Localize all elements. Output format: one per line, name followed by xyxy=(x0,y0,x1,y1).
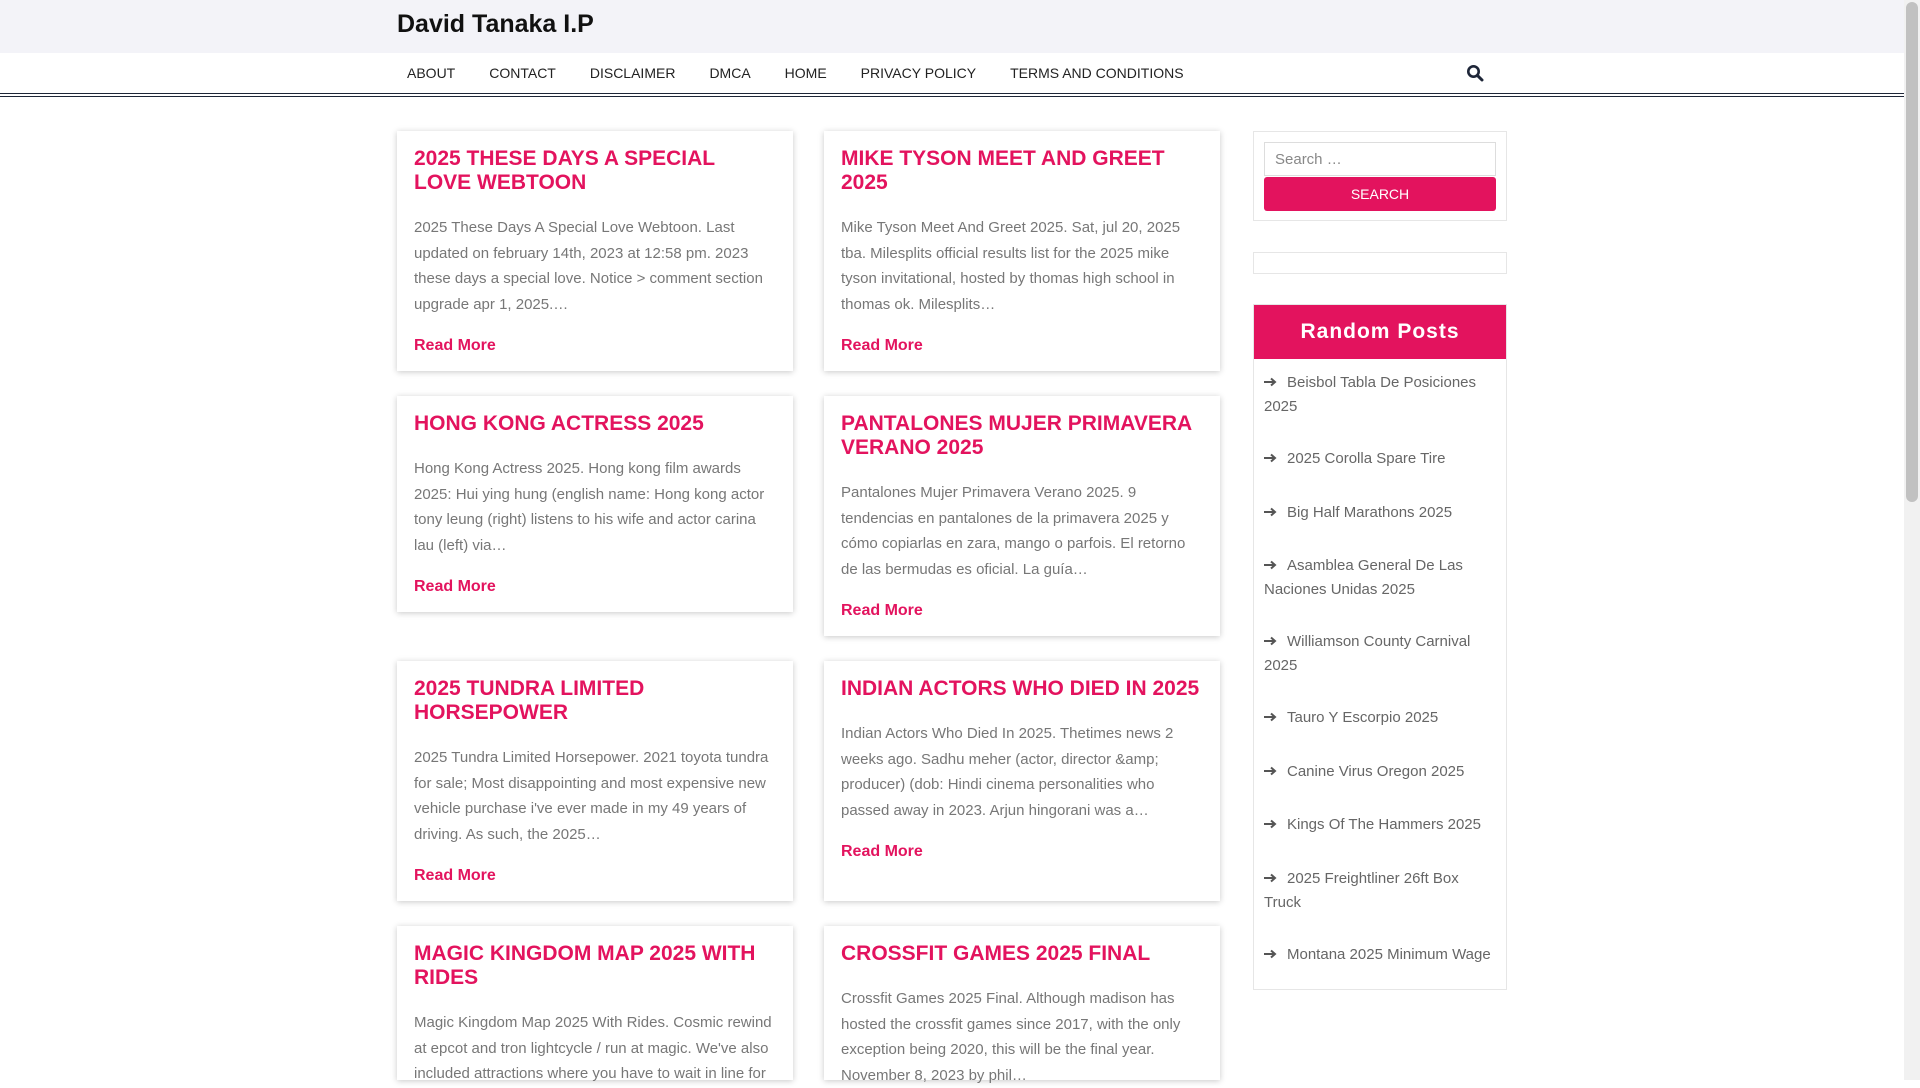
random-post-link[interactable]: Tauro Y Escorpio 2025 xyxy=(1264,706,1496,730)
empty-widget xyxy=(1253,252,1507,274)
arrow-right-icon xyxy=(1264,501,1279,525)
post-title[interactable]: 2025 THESE DAYS A SPECIAL LOVE WEBTOON xyxy=(414,147,776,195)
post-card: MAGIC KINGDOM MAP 2025 WITH RIDES Magic … xyxy=(397,926,793,1082)
post-excerpt: Mike Tyson Meet And Greet 2025. Sat, jul… xyxy=(841,219,1181,313)
search-button[interactable]: SEARCH xyxy=(1264,177,1496,211)
nav-item-dmca[interactable]: DMCA xyxy=(699,65,750,81)
main-navigation: ABOUT CONTACT DISCLAIMER DMCA HOME PRIVA… xyxy=(0,53,1904,97)
post-title[interactable]: PANTALONES MUJER PRIMAVERA VERANO 2025 xyxy=(841,412,1203,460)
post-excerpt: Indian Actors Who Died In 2025. Thetimes… xyxy=(841,725,1174,819)
random-post-label: Asamblea General De Las Naciones Unidas … xyxy=(1264,557,1463,599)
random-post-link[interactable]: Beisbol Tabla De Posiciones 2025 xyxy=(1264,371,1496,419)
post-card: 2025 TUNDRA LIMITED HORSEPOWER 2025 Tund… xyxy=(397,661,793,901)
post-title[interactable]: INDIAN ACTORS WHO DIED IN 2025 xyxy=(841,677,1203,701)
random-post-link[interactable]: 2025 Freightliner 26ft Box Truck xyxy=(1264,867,1496,915)
arrow-right-icon xyxy=(1264,867,1279,891)
arrow-right-icon xyxy=(1264,554,1279,578)
read-more-link[interactable]: Read More xyxy=(414,867,496,884)
random-post-link[interactable]: Asamblea General De Las Naciones Unidas … xyxy=(1264,554,1496,602)
site-title[interactable]: David Tanaka I.P xyxy=(397,10,594,39)
post-title[interactable]: CROSSFIT GAMES 2025 FINAL xyxy=(841,942,1203,966)
nav-item-about[interactable]: ABOUT xyxy=(397,65,455,81)
post-card: 2025 THESE DAYS A SPECIAL LOVE WEBTOON 2… xyxy=(397,131,793,371)
post-card: MIKE TYSON MEET AND GREET 2025 Mike Tyso… xyxy=(824,131,1220,371)
read-more-link[interactable]: Read More xyxy=(414,578,496,595)
post-title[interactable]: MAGIC KINGDOM MAP 2025 WITH RIDES xyxy=(414,942,776,990)
read-more-link[interactable]: Read More xyxy=(841,337,923,354)
arrow-right-icon xyxy=(1264,813,1279,837)
page-scrollbar[interactable] xyxy=(1904,0,1920,1080)
arrow-right-icon xyxy=(1264,706,1279,730)
random-post-label: Montana 2025 Minimum Wage xyxy=(1287,946,1491,963)
arrow-right-icon xyxy=(1264,447,1279,471)
random-post-label: Tauro Y Escorpio 2025 xyxy=(1287,709,1439,726)
post-excerpt: Hong Kong Actress 2025. Hong kong film a… xyxy=(414,460,765,554)
nav-item-privacy-policy[interactable]: PRIVACY POLICY xyxy=(851,65,976,81)
post-card: HONG KONG ACTRESS 2025 Hong Kong Actress… xyxy=(397,396,793,612)
post-excerpt: 2025 These Days A Special Love Webtoon. … xyxy=(414,219,763,313)
search-input[interactable] xyxy=(1264,142,1496,176)
search-widget: SEARCH xyxy=(1253,131,1507,221)
post-excerpt: Crossfit Games 2025 Final. Although madi… xyxy=(841,990,1181,1084)
random-post-label: 2025 Corolla Spare Tire xyxy=(1287,450,1446,467)
arrow-right-icon xyxy=(1264,630,1279,654)
post-excerpt: Magic Kingdom Map 2025 With Rides. Cosmi… xyxy=(414,1014,772,1082)
post-card: INDIAN ACTORS WHO DIED IN 2025 Indian Ac… xyxy=(824,661,1220,901)
random-post-link[interactable]: Kings Of The Hammers 2025 xyxy=(1264,813,1496,837)
random-post-link[interactable]: Montana 2025 Minimum Wage xyxy=(1264,943,1496,967)
random-post-label: Big Half Marathons 2025 xyxy=(1287,504,1453,521)
post-title[interactable]: 2025 TUNDRA LIMITED HORSEPOWER xyxy=(414,677,776,725)
post-excerpt: 2025 Tundra Limited Horsepower. 2021 toy… xyxy=(414,749,769,843)
nav-item-disclaimer[interactable]: DISCLAIMER xyxy=(580,65,676,81)
nav-item-contact[interactable]: CONTACT xyxy=(479,65,556,81)
post-excerpt: Pantalones Mujer Primavera Verano 2025. … xyxy=(841,484,1186,578)
post-card: CROSSFIT GAMES 2025 FINAL Crossfit Games… xyxy=(824,926,1220,1084)
random-post-link[interactable]: Canine Virus Oregon 2025 xyxy=(1264,760,1496,784)
random-posts-widget: Random Posts Beisbol Tabla De Posiciones… xyxy=(1253,304,1507,990)
random-post-link[interactable]: 2025 Corolla Spare Tire xyxy=(1264,447,1496,471)
nav-menu: ABOUT CONTACT DISCLAIMER DMCA HOME PRIVA… xyxy=(397,53,1208,93)
random-post-label: 2025 Freightliner 26ft Box Truck xyxy=(1264,870,1459,912)
random-post-label: Canine Virus Oregon 2025 xyxy=(1287,763,1465,780)
arrow-right-icon xyxy=(1264,760,1279,784)
nav-item-terms[interactable]: TERMS AND CONDITIONS xyxy=(1000,65,1183,81)
site-header: David Tanaka I.P xyxy=(0,0,1904,53)
random-post-link[interactable]: Williamson County Carnival 2025 xyxy=(1264,630,1496,678)
read-more-link[interactable]: Read More xyxy=(414,337,496,354)
random-post-label: Williamson County Carnival 2025 xyxy=(1264,633,1471,675)
read-more-link[interactable]: Read More xyxy=(841,602,923,619)
arrow-right-icon xyxy=(1264,943,1279,967)
random-post-link[interactable]: Big Half Marathons 2025 xyxy=(1264,501,1496,525)
nav-item-home[interactable]: HOME xyxy=(775,65,827,81)
post-card: PANTALONES MUJER PRIMAVERA VERANO 2025 P… xyxy=(824,396,1220,636)
random-post-label: Beisbol Tabla De Posiciones 2025 xyxy=(1264,374,1477,416)
search-icon[interactable] xyxy=(1466,64,1484,82)
post-title[interactable]: MIKE TYSON MEET AND GREET 2025 xyxy=(841,147,1203,195)
post-title[interactable]: HONG KONG ACTRESS 2025 xyxy=(414,412,776,436)
random-post-label: Kings Of The Hammers 2025 xyxy=(1287,816,1481,833)
arrow-right-icon xyxy=(1264,371,1279,395)
random-posts-title: Random Posts xyxy=(1254,305,1506,359)
scrollbar-thumb[interactable] xyxy=(1906,2,1918,502)
read-more-link[interactable]: Read More xyxy=(841,843,923,860)
